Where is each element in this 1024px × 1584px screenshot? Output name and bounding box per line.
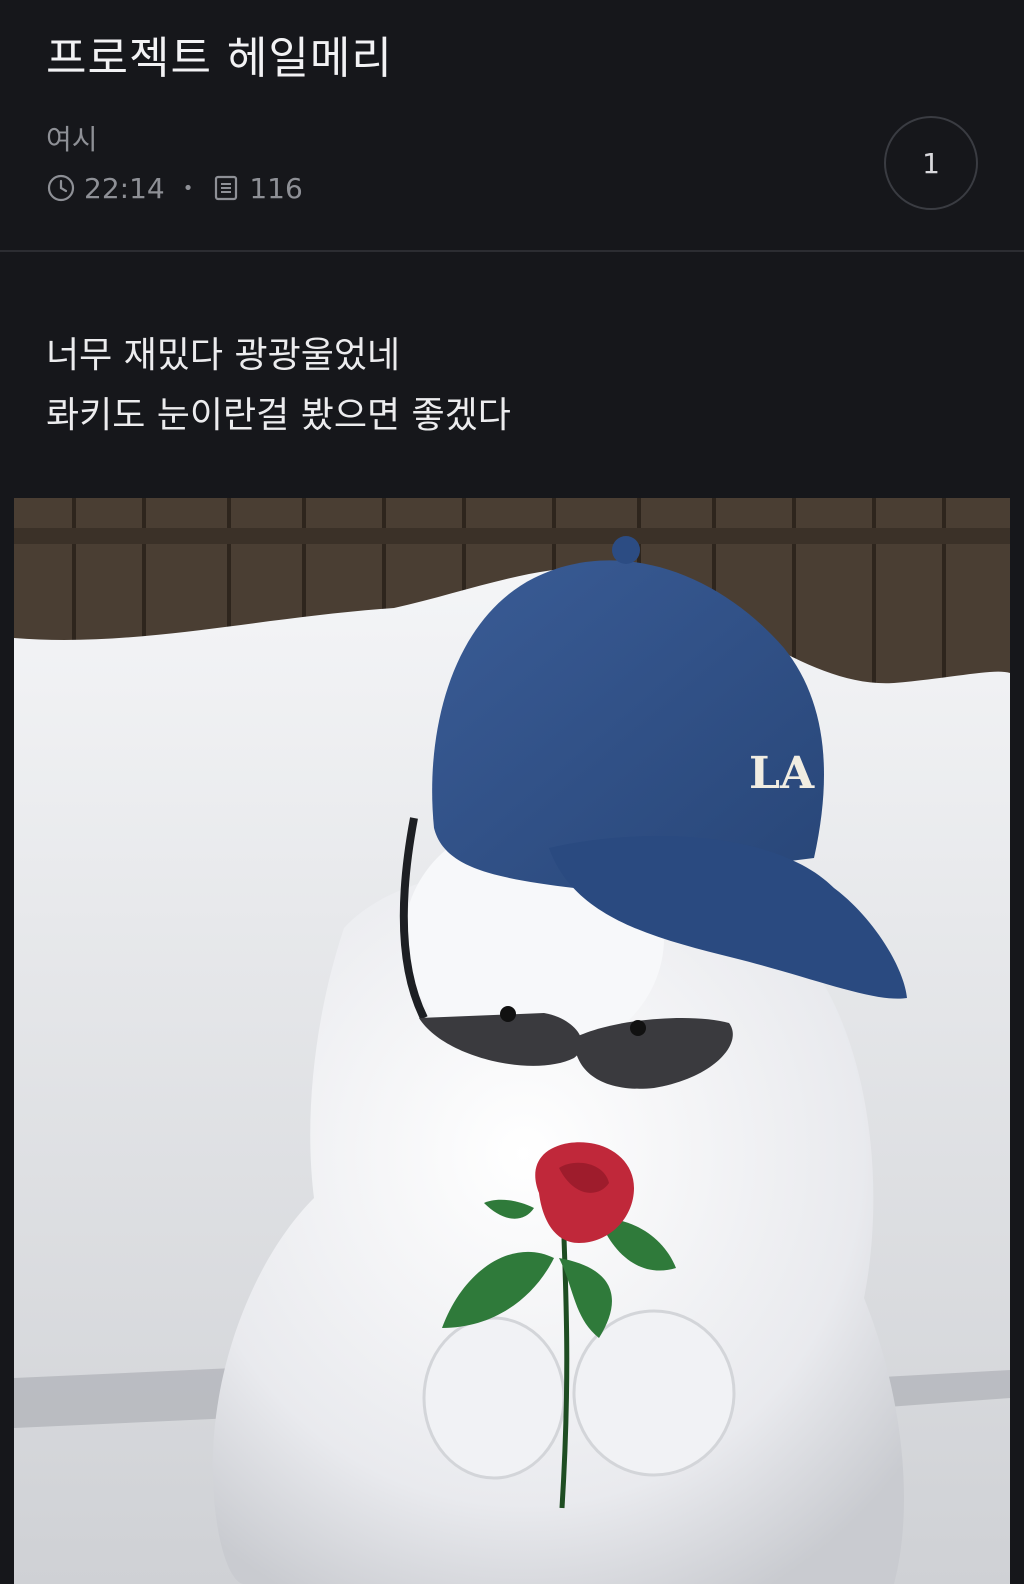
post-body: 너무 재밌다 광광울었네 롸키도 눈이란걸 봤으면 좋겠다	[46, 326, 511, 446]
snowman-right-eye	[630, 1020, 646, 1036]
snowman-left-eye	[500, 1006, 516, 1022]
comment-count-button[interactable]: 1	[884, 116, 978, 210]
clock-icon	[46, 173, 76, 203]
snowman-left-paw	[422, 1316, 566, 1480]
view-count: 116	[249, 171, 303, 205]
header-divider	[0, 250, 1024, 252]
body-line-1: 너무 재밌다 광광울었네	[46, 335, 401, 376]
cap-logo: LA	[749, 748, 815, 799]
post-image-snowman[interactable]: LA	[14, 498, 1010, 1584]
comment-count-label: 1	[922, 146, 940, 180]
body-line-2: 롸키도 눈이란걸 봤으면 좋겠다	[46, 395, 511, 436]
post-title: 프로젝트 헤일메리	[46, 33, 393, 84]
snowman-illustration: LA	[14, 498, 1010, 1584]
document-icon	[211, 173, 241, 203]
post-time: 22:14	[84, 171, 165, 205]
post-header: 프로젝트 헤일메리 여시 22:14 • 116 1	[0, 0, 1024, 252]
post-meta: 22:14 • 116	[46, 170, 303, 206]
meta-separator: •	[182, 177, 194, 199]
author-name[interactable]: 여시	[46, 118, 98, 158]
